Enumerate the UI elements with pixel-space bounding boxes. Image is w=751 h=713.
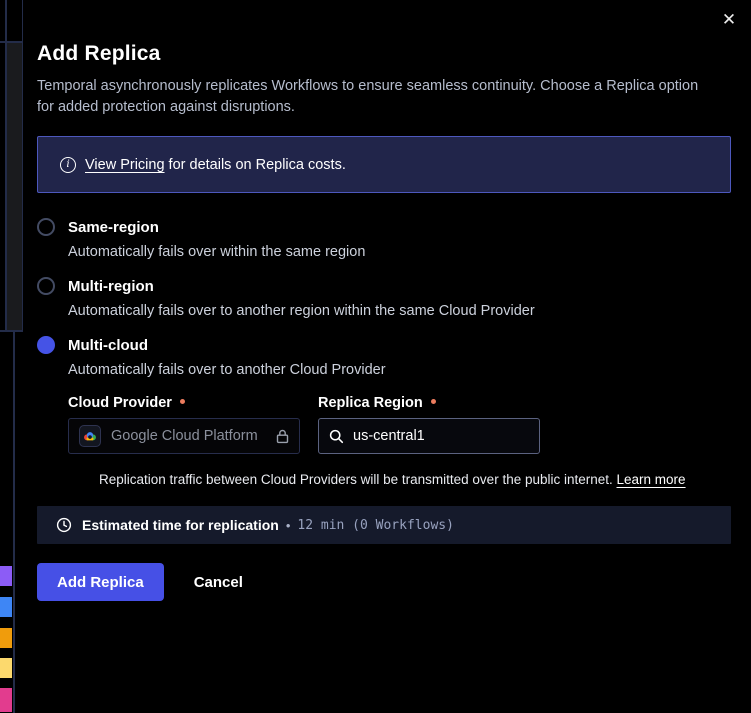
backdrop-divider <box>5 0 7 331</box>
replica-option-group: Same-region Automatically fails over wit… <box>37 218 731 487</box>
radio-same-region[interactable]: Same-region <box>37 218 731 236</box>
page-title: Add Replica <box>37 42 731 66</box>
radio-multi-region[interactable]: Multi-region <box>37 277 731 295</box>
option-same-region: Same-region Automatically fails over wit… <box>37 218 731 260</box>
search-icon <box>329 429 344 444</box>
clock-icon <box>56 517 72 533</box>
backdrop-divider <box>0 41 23 43</box>
multi-cloud-form: Cloud Provider <box>68 395 731 487</box>
option-multi-region: Multi-region Automatically fails over to… <box>37 277 731 319</box>
field-label-text: Replica Region <box>318 395 423 411</box>
view-pricing-link[interactable]: View Pricing <box>85 157 165 173</box>
estimate-banner: Estimated time for replication • 12 min … <box>37 506 731 544</box>
backdrop-swatch <box>0 688 12 712</box>
replica-region-label: Replica Region <box>318 395 540 411</box>
modal-actions: Add Replica Cancel <box>37 563 731 601</box>
radio-icon[interactable] <box>37 277 55 295</box>
option-label: Multi-region <box>68 278 154 295</box>
backdrop-swatch <box>0 628 12 648</box>
pricing-banner-rest: for details on Replica costs. <box>165 157 346 173</box>
estimate-label: Estimated time for replication <box>82 517 279 533</box>
backdrop-divider <box>0 330 23 332</box>
lock-icon <box>276 429 289 444</box>
pricing-info-banner: i View Pricing for details on Replica co… <box>37 136 731 193</box>
cloud-provider-select[interactable]: Google Cloud Platform <box>68 418 300 454</box>
option-label: Multi-cloud <box>68 337 148 354</box>
option-description: Automatically fails over within the same… <box>68 244 731 260</box>
cancel-button[interactable]: Cancel <box>194 574 243 591</box>
learn-more-link[interactable]: Learn more <box>617 472 686 487</box>
radio-icon-selected[interactable] <box>37 336 55 354</box>
option-label: Same-region <box>68 219 159 236</box>
traffic-note-text: Replication traffic between Cloud Provid… <box>99 472 617 487</box>
cloud-provider-value: Google Cloud Platform <box>111 428 266 444</box>
traffic-note: Replication traffic between Cloud Provid… <box>99 472 731 487</box>
pricing-banner-text: View Pricing for details on Replica cost… <box>85 157 346 173</box>
replica-region-search[interactable] <box>318 418 540 454</box>
required-dot <box>180 399 185 404</box>
option-description: Automatically fails over to another Clou… <box>68 362 731 378</box>
modal-description: Temporal asynchronously replicates Workf… <box>37 76 717 118</box>
info-icon: i <box>60 157 76 173</box>
field-label-text: Cloud Provider <box>68 395 172 411</box>
replica-region-input[interactable] <box>353 428 529 444</box>
backdrop-panel <box>7 43 22 330</box>
option-multi-cloud: Multi-cloud Automatically fails over to … <box>37 336 731 487</box>
backdrop-swatch <box>0 597 12 617</box>
backdrop-swatch <box>0 658 12 678</box>
radio-icon[interactable] <box>37 218 55 236</box>
backdrop-divider <box>13 331 15 713</box>
google-cloud-icon <box>79 425 101 447</box>
estimate-separator: • <box>286 518 291 533</box>
add-replica-button[interactable]: Add Replica <box>37 563 164 601</box>
option-description: Automatically fails over to another regi… <box>68 303 731 319</box>
required-dot <box>431 399 436 404</box>
backdrop-swatch <box>0 566 12 586</box>
estimate-value: 12 min (0 Workflows) <box>297 518 454 533</box>
add-replica-modal: ✕ Add Replica Temporal asynchronously re… <box>23 0 751 713</box>
cloud-provider-label: Cloud Provider <box>68 395 300 411</box>
radio-multi-cloud[interactable]: Multi-cloud <box>37 336 731 354</box>
